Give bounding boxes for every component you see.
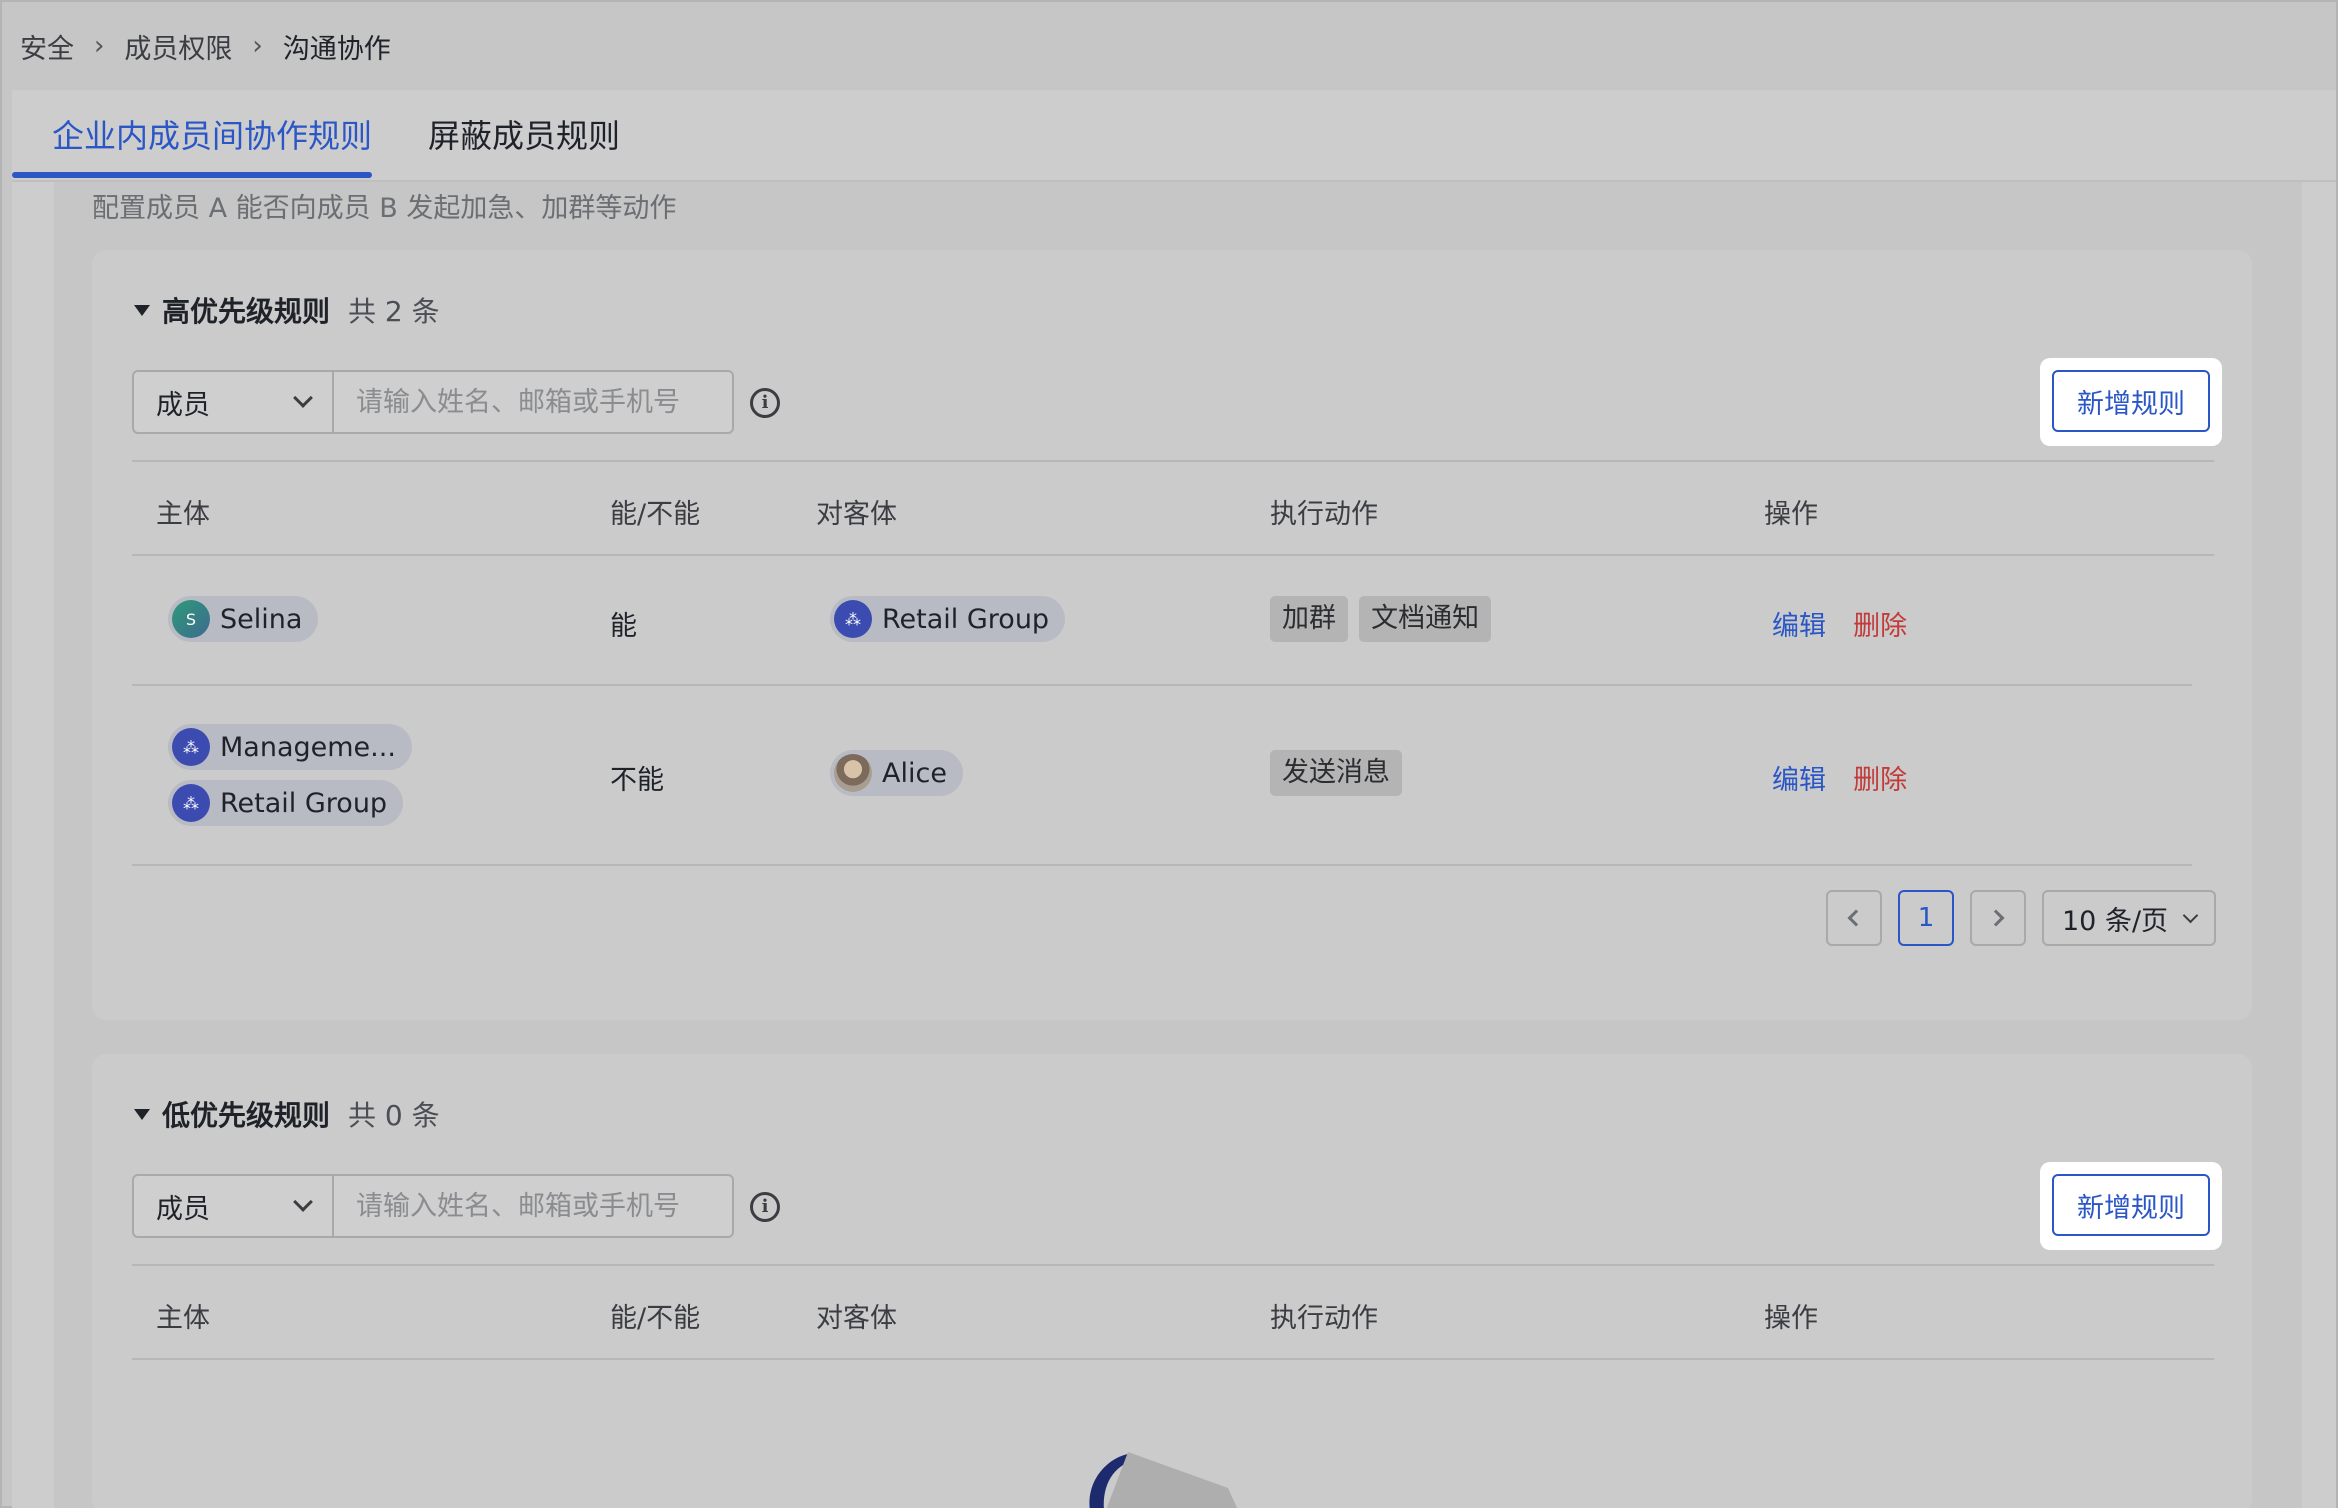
- group-icon: ⁂: [172, 728, 210, 766]
- subject-name: Selina: [220, 603, 303, 635]
- section-title: 高优先级规则: [162, 295, 331, 328]
- breadcrumb-item-member-permissions[interactable]: 成员权限: [124, 27, 232, 66]
- column-object: 对客体: [816, 499, 897, 530]
- filter-type-select[interactable]: 成员: [134, 372, 334, 432]
- app-frame: 安全 › 成员权限 › 沟通协作 企业内成员间协作规则 屏蔽成员规则 配置成员 …: [0, 0, 2338, 1508]
- object-name: Alice: [882, 757, 947, 789]
- new-rule-highlight: 新增规则: [2040, 358, 2222, 446]
- subject-chip[interactable]: S Selina: [168, 596, 319, 642]
- info-icon[interactable]: i: [750, 1192, 780, 1222]
- breadcrumb-chevron-icon: ›: [94, 31, 105, 61]
- column-operations: 操作: [1764, 1303, 1818, 1334]
- add-rule-button[interactable]: 新增规则: [2052, 1174, 2210, 1236]
- column-subject: 主体: [156, 1303, 210, 1334]
- object-chip[interactable]: Alice: [830, 750, 963, 796]
- column-permission: 能/不能: [610, 499, 701, 530]
- object-name: Retail Group: [882, 603, 1050, 635]
- subject-name: Retail Group: [220, 787, 388, 819]
- table-header: 主体 能/不能 对客体 执行动作 操作: [132, 1264, 2214, 1360]
- search-input[interactable]: [334, 372, 732, 432]
- pagination: 1 10 条/页: [1826, 890, 2216, 946]
- main-panel: 企业内成员间协作规则 屏蔽成员规则 配置成员 A 能否向成员 B 发起加急、加群…: [12, 90, 2336, 1508]
- object-chip[interactable]: ⁂ Retail Group: [830, 596, 1066, 642]
- delete-link[interactable]: 删除: [1853, 765, 1907, 796]
- high-priority-header[interactable]: 高优先级规则 共 2 条: [134, 290, 440, 330]
- active-tab-indicator: [12, 172, 372, 178]
- empty-state-illustration: [1089, 1452, 1238, 1508]
- page-description: 配置成员 A 能否向成员 B 发起加急、加群等动作: [92, 193, 677, 224]
- column-subject: 主体: [156, 499, 210, 530]
- section-title: 低优先级规则: [162, 1099, 331, 1132]
- column-operations: 操作: [1764, 499, 1818, 530]
- page-size-value: 10 条/页: [2062, 905, 2169, 937]
- collapse-caret-icon[interactable]: [134, 1108, 150, 1120]
- subject-name: Manageme...: [220, 731, 396, 763]
- member-filter: 成员: [132, 370, 734, 434]
- rule-count: 共 2 条: [348, 295, 440, 328]
- permission-value: 能: [610, 611, 637, 642]
- permission-value: 不能: [610, 765, 664, 796]
- filter-type-value: 成员: [156, 1193, 210, 1225]
- next-page-button[interactable]: [1970, 890, 2026, 946]
- table-row: S Selina 能 ⁂ Retail Group 加群 文档通知 编辑 删除: [132, 556, 2192, 686]
- action-tag: 加群: [1270, 596, 1348, 642]
- breadcrumb: 安全 › 成员权限 › 沟通协作: [20, 26, 391, 66]
- delete-link[interactable]: 删除: [1853, 611, 1907, 642]
- page-number-button[interactable]: 1: [1898, 890, 1954, 946]
- filter-type-value: 成员: [156, 389, 210, 421]
- edit-link[interactable]: 编辑: [1772, 611, 1826, 642]
- member-filter: 成员: [132, 1174, 734, 1238]
- page-size-select[interactable]: 10 条/页: [2042, 890, 2216, 946]
- collapse-caret-icon[interactable]: [134, 304, 150, 316]
- rules-table: 主体 能/不能 对客体 执行动作 操作: [132, 1264, 2214, 1360]
- chevron-down-icon: [293, 388, 313, 408]
- add-rule-button[interactable]: 新增规则: [2052, 370, 2210, 432]
- edit-link[interactable]: 编辑: [1772, 765, 1826, 796]
- tab-block-member-rules[interactable]: 屏蔽成员规则: [428, 114, 620, 158]
- chevron-right-icon: [1987, 909, 2005, 927]
- rule-count: 共 0 条: [348, 1099, 440, 1132]
- breadcrumb-item-communication: 沟通协作: [282, 33, 391, 65]
- low-priority-rules-card: 低优先级规则 共 0 条 成员 i 新增规则 主体 能/不能 对客体 执: [92, 1054, 2252, 1508]
- action-tag: 发送消息: [1270, 750, 1402, 796]
- table-row: ⁂ Manageme... ⁂ Retail Group 不能 Alice 发送…: [132, 686, 2192, 866]
- table-header: 主体 能/不能 对客体 执行动作 操作: [132, 460, 2214, 556]
- new-rule-highlight: 新增规则: [2040, 1162, 2222, 1250]
- avatar: [834, 754, 872, 792]
- tab-bar: 企业内成员间协作规则 屏蔽成员规则: [12, 90, 2336, 182]
- low-priority-header[interactable]: 低优先级规则 共 0 条: [134, 1094, 440, 1134]
- info-icon[interactable]: i: [750, 388, 780, 418]
- chevron-down-icon: [2182, 907, 2199, 923]
- group-icon: ⁂: [172, 784, 210, 822]
- high-priority-rules-card: 高优先级规则 共 2 条 成员 i 新增规则 主体 能/不能 对客体 执: [92, 250, 2252, 1020]
- group-icon: ⁂: [834, 600, 872, 638]
- column-object: 对客体: [816, 1303, 897, 1334]
- avatar: S: [172, 600, 210, 638]
- column-permission: 能/不能: [610, 1303, 701, 1334]
- subject-chip[interactable]: ⁂ Retail Group: [168, 780, 404, 826]
- prev-page-button[interactable]: [1826, 890, 1882, 946]
- column-actions: 执行动作: [1270, 499, 1378, 530]
- tab-internal-collaboration-rules[interactable]: 企业内成员间协作规则: [52, 114, 372, 158]
- rules-table: 主体 能/不能 对客体 执行动作 操作 S Selina 能 ⁂ Retail …: [132, 460, 2214, 866]
- subject-chip[interactable]: ⁂ Manageme...: [168, 724, 412, 770]
- chevron-left-icon: [1847, 909, 1865, 927]
- chevron-down-icon: [293, 1192, 313, 1212]
- action-tag: 文档通知: [1359, 596, 1492, 642]
- breadcrumb-item-security[interactable]: 安全: [20, 27, 74, 66]
- search-input[interactable]: [334, 1176, 732, 1236]
- filter-type-select[interactable]: 成员: [134, 1176, 334, 1236]
- column-actions: 执行动作: [1270, 1303, 1378, 1334]
- breadcrumb-chevron-icon: ›: [252, 31, 263, 61]
